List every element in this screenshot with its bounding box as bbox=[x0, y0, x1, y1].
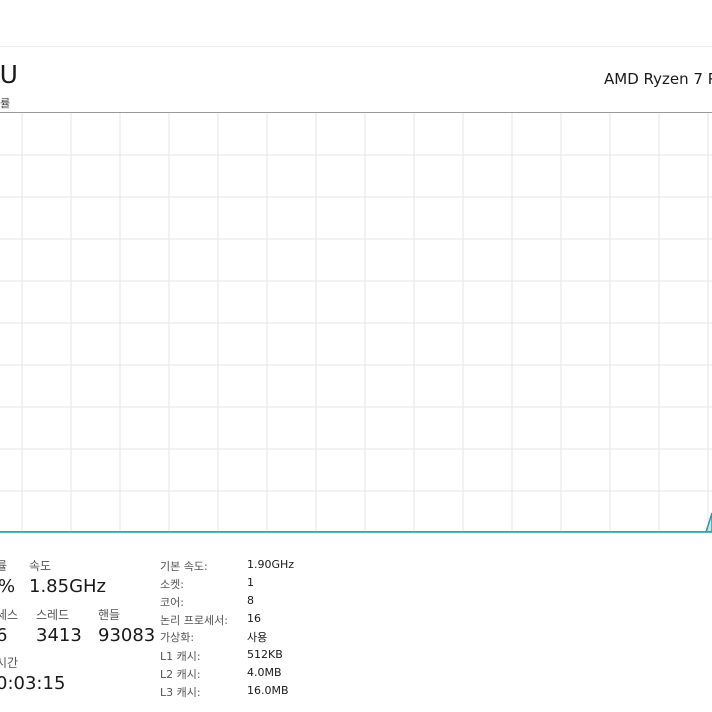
spec-sockets-value: 1 bbox=[247, 576, 254, 589]
threads-value: 3413 bbox=[36, 625, 82, 646]
cpu-model-name: AMD Ryzen 7 PI bbox=[604, 70, 712, 88]
handles-value: 93083 bbox=[98, 625, 156, 646]
spec-l3-cache-key: L3 캐시: bbox=[160, 686, 201, 699]
handles-label: 핸들 bbox=[98, 608, 121, 622]
spec-l2-cache-value: 4.0MB bbox=[247, 666, 282, 679]
utilization-value: % bbox=[0, 576, 15, 597]
spec-sockets-key: 소켓: bbox=[160, 578, 184, 591]
spec-cores-value: 8 bbox=[247, 594, 254, 607]
graph-canvas bbox=[0, 113, 712, 533]
spec-l1-cache-key: L1 캐시: bbox=[160, 650, 201, 663]
speed-label: 속도 bbox=[29, 559, 52, 573]
speed-value: 1.85GHz bbox=[29, 576, 107, 597]
spec-l2-cache-key: L2 캐시: bbox=[160, 668, 201, 681]
spec-base-speed-value: 1.90GHz bbox=[247, 558, 295, 571]
page-title: PU bbox=[0, 60, 19, 89]
spec-logical-processors-value: 16 bbox=[247, 612, 261, 625]
cpu-utilization-trace bbox=[0, 512, 712, 533]
spec-base-speed-key: 기본 속도: bbox=[160, 560, 208, 573]
spec-virtualization-key: 가상화: bbox=[160, 631, 195, 644]
spec-l1-cache-value: 512KB bbox=[247, 648, 283, 661]
uptime-label: 시간 bbox=[0, 656, 19, 670]
cpu-utilization-graph bbox=[0, 112, 712, 533]
spec-l3-cache-value: 16.0MB bbox=[247, 684, 289, 697]
graph-subtitle: 용률 bbox=[0, 97, 11, 110]
spec-virtualization-value: 사용 bbox=[247, 631, 268, 644]
threads-label: 스레드 bbox=[36, 608, 70, 622]
processes-label: 세스 bbox=[0, 608, 19, 622]
utilization-label: 률 bbox=[0, 559, 8, 573]
uptime-value: 0:03:15 bbox=[0, 673, 66, 694]
processes-value: 6 bbox=[0, 625, 8, 646]
spec-logical-processors-key: 논리 프로세서: bbox=[160, 614, 228, 627]
header-divider bbox=[0, 46, 712, 47]
spec-cores-key: 코어: bbox=[160, 596, 184, 609]
